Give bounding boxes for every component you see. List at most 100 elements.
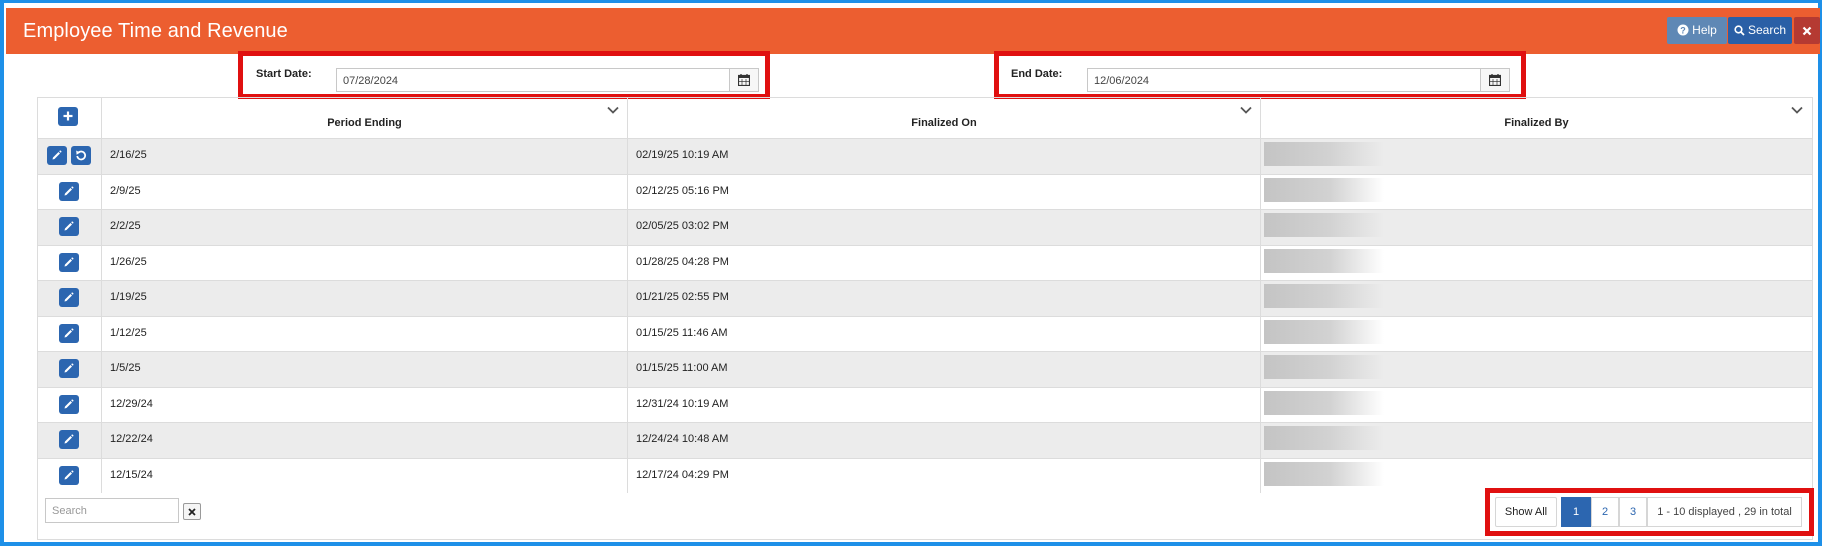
edit-button[interactable] xyxy=(59,323,79,343)
page-2-button[interactable]: 2 xyxy=(1591,497,1619,527)
finalized-by-cell xyxy=(1261,388,1812,423)
pencil-icon xyxy=(64,185,74,195)
edit-button[interactable] xyxy=(59,217,79,236)
redacted-name xyxy=(1264,248,1384,273)
edit-button[interactable] xyxy=(59,288,79,307)
redacted-name xyxy=(1264,426,1384,450)
redacted-name xyxy=(1264,142,1384,166)
clear-search-button[interactable] xyxy=(183,503,201,520)
row-actions xyxy=(38,139,102,174)
page-1-button[interactable]: 1 xyxy=(1561,497,1591,527)
page-title: Employee Time and Revenue xyxy=(23,20,288,42)
row-actions xyxy=(38,210,102,245)
edit-button[interactable] xyxy=(59,465,79,485)
table-row: 2/2/25 02/05/25 03:02 PM xyxy=(38,209,1812,245)
start-date-calendar-button[interactable] xyxy=(729,68,759,92)
add-button[interactable] xyxy=(58,107,78,126)
edit-button[interactable] xyxy=(59,359,79,378)
end-date-input[interactable]: 12/06/2024 xyxy=(1087,68,1481,92)
table-header: Period Ending Finalized On Finalized By xyxy=(38,98,1812,138)
table-row: 2/16/25 02/19/25 10:19 AM xyxy=(38,138,1812,174)
table-row: 1/19/25 01/21/25 02:55 PM xyxy=(38,280,1812,316)
edit-button[interactable] xyxy=(59,394,79,414)
row-actions xyxy=(38,245,102,280)
finalized-by-cell xyxy=(1261,281,1812,316)
finalized-by-cell xyxy=(1261,175,1812,210)
finalized-by-cell xyxy=(1261,423,1812,458)
table-row: 1/12/25 01/15/25 11:46 AM xyxy=(38,315,1812,351)
redacted-name xyxy=(1264,390,1384,415)
period-ending-cell: 1/5/25 xyxy=(102,352,628,387)
column-header-period-ending[interactable]: Period Ending xyxy=(102,98,628,138)
row-actions xyxy=(38,352,102,387)
start-date-input[interactable]: 07/28/2024 xyxy=(336,68,730,92)
help-label: Help xyxy=(1692,23,1717,37)
search-icon xyxy=(1734,25,1745,36)
pencil-icon xyxy=(64,221,74,231)
finalized-on-cell: 12/31/24 10:19 AM xyxy=(628,387,1261,422)
pencil-icon xyxy=(64,256,74,266)
column-header-label: Period Ending xyxy=(327,117,402,129)
redacted-name xyxy=(1264,284,1384,308)
column-header-finalized-on[interactable]: Finalized On xyxy=(628,98,1261,138)
table-row: 12/22/24 12/24/24 10:48 AM xyxy=(38,422,1812,458)
undo-icon xyxy=(76,150,86,161)
row-actions xyxy=(38,316,102,351)
finalized-on-cell: 01/28/25 04:28 PM xyxy=(628,245,1261,280)
start-date-label: Start Date: xyxy=(256,68,312,80)
finalized-by-cell xyxy=(1261,210,1812,245)
close-icon xyxy=(1802,26,1812,36)
row-actions xyxy=(38,281,102,316)
revert-button[interactable] xyxy=(71,146,91,165)
close-icon xyxy=(188,507,196,516)
data-grid: Period Ending Finalized On Finalized By … xyxy=(37,97,1813,540)
column-header-label: Finalized On xyxy=(911,117,977,129)
column-header-label: Finalized By xyxy=(1504,117,1569,129)
show-all-button[interactable]: Show All xyxy=(1495,497,1557,527)
redacted-name xyxy=(1264,461,1384,486)
svg-text:?: ? xyxy=(1680,26,1686,36)
period-ending-cell: 2/2/25 xyxy=(102,210,628,245)
end-date-calendar-button[interactable] xyxy=(1480,68,1510,92)
period-ending-cell: 2/9/25 xyxy=(102,174,628,209)
calendar-icon xyxy=(738,74,750,86)
pencil-icon xyxy=(64,434,74,444)
grid-search-input[interactable]: Search xyxy=(45,498,179,523)
table-row: 1/26/25 01/28/25 04:28 PM xyxy=(38,244,1812,281)
pencil-icon xyxy=(64,327,74,337)
row-actions xyxy=(38,458,102,493)
table-row: 2/9/25 02/12/25 05:16 PM xyxy=(38,173,1812,210)
finalized-by-cell xyxy=(1261,246,1812,281)
finalized-on-cell: 02/05/25 03:02 PM xyxy=(628,210,1261,245)
chevron-down-icon[interactable] xyxy=(1240,106,1252,114)
edit-button[interactable] xyxy=(47,146,67,165)
edit-button[interactable] xyxy=(59,430,79,449)
finalized-on-cell: 01/15/25 11:00 AM xyxy=(628,352,1261,387)
search-button[interactable]: Search xyxy=(1728,17,1792,44)
period-ending-cell: 2/16/25 xyxy=(102,139,628,174)
column-header-finalized-by[interactable]: Finalized By xyxy=(1261,98,1812,138)
period-ending-cell: 1/26/25 xyxy=(102,245,628,280)
finalized-by-cell xyxy=(1261,352,1812,387)
edit-button[interactable] xyxy=(59,181,79,201)
redacted-name xyxy=(1264,355,1384,379)
chevron-down-icon[interactable] xyxy=(1791,106,1803,114)
redacted-name xyxy=(1264,319,1384,344)
app-window: Employee Time and Revenue ? Help Search S… xyxy=(0,0,1822,546)
pencil-icon xyxy=(64,363,74,373)
table-row: 1/5/25 01/15/25 11:00 AM xyxy=(38,351,1812,387)
finalized-on-cell: 02/19/25 10:19 AM xyxy=(628,139,1261,174)
edit-button[interactable] xyxy=(59,252,79,272)
search-label: Search xyxy=(1747,23,1787,37)
period-ending-cell: 12/22/24 xyxy=(102,423,628,458)
action-column-header xyxy=(38,98,102,138)
pencil-icon xyxy=(64,398,74,408)
pencil-icon xyxy=(64,469,74,479)
page-3-button[interactable]: 3 xyxy=(1619,497,1647,527)
help-button[interactable]: ? Help xyxy=(1667,17,1727,44)
finalized-by-cell xyxy=(1261,139,1812,174)
row-actions xyxy=(38,387,102,422)
finalized-on-cell: 02/12/25 05:16 PM xyxy=(628,174,1261,209)
chevron-down-icon[interactable] xyxy=(607,106,619,114)
close-button[interactable] xyxy=(1794,17,1820,44)
